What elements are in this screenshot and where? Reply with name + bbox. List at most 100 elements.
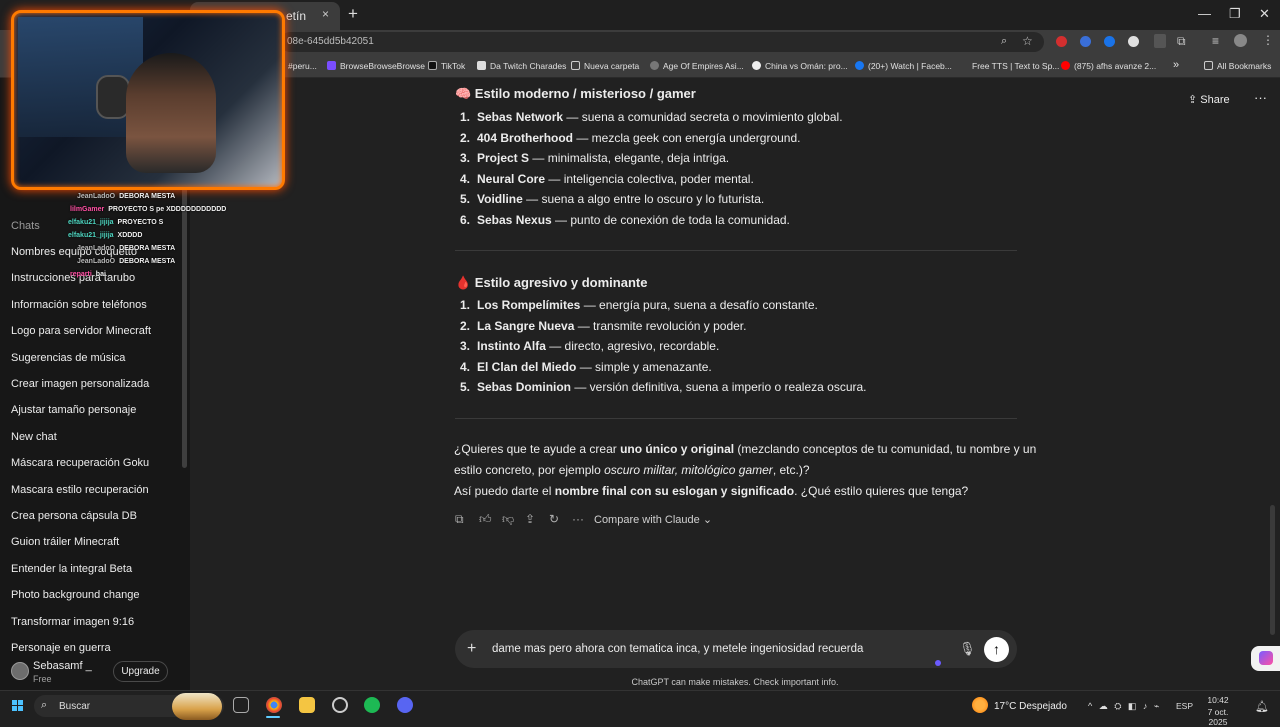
all-bookmarks[interactable]: All Bookmarks bbox=[1204, 61, 1271, 71]
bookmark-favicon-icon bbox=[477, 61, 486, 70]
sidebar-chat-item[interactable]: Mascara estilo recuperación bbox=[11, 484, 149, 496]
sidebar-chat-item[interactable]: Información sobre teléfonos bbox=[11, 299, 147, 311]
overlay-chat-text: PROYECTO S bbox=[117, 219, 164, 226]
sidebar-chat-item[interactable]: Guion tráiler Minecraft bbox=[11, 536, 119, 548]
sidebar-chat-item[interactable]: Máscara recuperación Goku bbox=[11, 457, 149, 469]
bookmark-favicon-icon bbox=[752, 61, 761, 70]
notification-bell-icon[interactable]: 🔔︎ bbox=[1255, 700, 1269, 713]
list-item: 6. Sebas Nexus — punto de conexión de tod… bbox=[460, 213, 790, 227]
list-item: 5. Sebas Dominion — versión definitiva, s… bbox=[460, 380, 867, 395]
overlay-chat-user: JeanLadoO bbox=[77, 193, 116, 200]
overlay-chat-text: PROYECTO S pe XDDDDDDDDDDD bbox=[108, 206, 227, 213]
spotify-icon[interactable] bbox=[364, 697, 380, 713]
overlay-chat-user: reparti bbox=[70, 271, 92, 278]
divider bbox=[455, 418, 1017, 419]
sidebar-chat-item[interactable]: Ajustar tamaño personaje bbox=[11, 404, 136, 416]
bookmark-favicon-icon bbox=[327, 61, 336, 70]
regenerate-icon[interactable]: ↻ bbox=[549, 512, 559, 526]
sidebar-chat-item[interactable]: Photo background change bbox=[11, 589, 139, 601]
file-explorer-icon[interactable] bbox=[299, 697, 315, 713]
bookmark-star-icon[interactable]: ☆ bbox=[1022, 34, 1033, 48]
tab-close-icon[interactable]: × bbox=[322, 7, 329, 21]
sidebar-chat-item[interactable]: Crea persona cápsula DB bbox=[11, 510, 137, 522]
list-item: 1. Los Rompelímites — energía pura, suena… bbox=[460, 298, 818, 312]
overlay-chat-message: elfaku21_jijija XDDDD bbox=[68, 232, 142, 239]
list-item: 3. Instinto Alfa — directo, agresivo, rec… bbox=[460, 339, 720, 354]
bookmark-item[interactable]: China vs Omán: pro... bbox=[752, 61, 848, 71]
send-button[interactable]: ↑ bbox=[984, 637, 1009, 662]
search-placeholder: Buscar bbox=[59, 701, 91, 712]
bookmarks-overflow-icon[interactable]: » bbox=[1173, 59, 1179, 71]
bookmark-item[interactable]: Nueva carpeta bbox=[571, 61, 639, 71]
bookmark-item[interactable]: #peru... bbox=[288, 61, 317, 71]
language-indicator[interactable]: ESP bbox=[1176, 701, 1193, 711]
share-response-icon[interactable]: ⇪ bbox=[525, 512, 535, 526]
mic-icon[interactable]: 🎙︎ bbox=[959, 641, 976, 657]
closing-line: ¿Quieres que te ayude a crear uno único … bbox=[454, 442, 1037, 456]
list-item: 2. La Sangre Nueva — transmite revolución… bbox=[460, 318, 747, 333]
menu-list-icon[interactable]: ≡ bbox=[1212, 34, 1219, 48]
bookmark-item[interactable]: Age Of Empires Asi... bbox=[650, 61, 744, 71]
extension-icon[interactable] bbox=[1056, 36, 1067, 47]
prompt-input[interactable]: dame mas pero ahora con tematica inca, y… bbox=[492, 643, 863, 655]
sidebar-chat-item[interactable]: Logo para servidor Minecraft bbox=[11, 325, 151, 337]
sidebar-chat-item[interactable]: Personaje en guerra bbox=[11, 642, 111, 654]
floating-widget-icon[interactable] bbox=[1251, 646, 1280, 671]
webcam-person bbox=[126, 53, 216, 173]
sidebar-chat-item[interactable]: Crear imagen personalizada bbox=[11, 378, 149, 390]
puzzle-icon[interactable]: ⧉ bbox=[1177, 34, 1186, 49]
bookmark-item[interactable]: (20+) Watch | Faceb... bbox=[855, 61, 952, 71]
globe-icon bbox=[650, 61, 659, 70]
extension-icon[interactable] bbox=[1104, 36, 1115, 47]
obs-icon[interactable] bbox=[332, 697, 348, 713]
minimize-icon[interactable]: — bbox=[1198, 6, 1211, 21]
compare-dropdown[interactable]: Compare with Claude ⌄ bbox=[594, 513, 712, 526]
section-title: 🩸 Estilo agresivo y dominante bbox=[455, 275, 648, 290]
sidebar-chat-item[interactable]: Sugerencias de música bbox=[11, 352, 125, 364]
more-actions-icon[interactable]: ··· bbox=[572, 512, 584, 526]
extension-off-icon[interactable] bbox=[1154, 34, 1166, 48]
profile-avatar[interactable] bbox=[1234, 34, 1247, 47]
address-bar[interactable] bbox=[280, 32, 1044, 52]
task-view-icon[interactable] bbox=[233, 697, 249, 713]
thumbs-up-icon[interactable]: 👍︎ bbox=[479, 512, 492, 527]
extension-icon[interactable] bbox=[1080, 36, 1091, 47]
discord-icon[interactable] bbox=[397, 697, 413, 713]
bookmark-item[interactable]: TikTok bbox=[428, 61, 465, 71]
overlay-chat-message: reparti bai bbox=[70, 271, 106, 278]
weather-icon[interactable] bbox=[972, 697, 988, 713]
weather-text[interactable]: 17°C Despejado bbox=[994, 701, 1067, 712]
webcam-headset bbox=[96, 75, 130, 119]
bookmark-item[interactable]: Da Twitch Charades bbox=[477, 61, 566, 71]
browser-menu-icon[interactable]: ⋮ bbox=[1262, 33, 1274, 47]
more-options-icon[interactable]: ··· bbox=[1254, 90, 1267, 105]
plus-icon[interactable]: + bbox=[467, 640, 476, 658]
sidebar-chat-item[interactable]: Entender la integral Beta bbox=[11, 563, 132, 575]
bookmark-item[interactable]: (875) afhs avanze 2... bbox=[1061, 61, 1156, 71]
clock-time[interactable]: 10:42 bbox=[1198, 695, 1238, 705]
windows-start-icon[interactable] bbox=[12, 700, 24, 712]
bookmark-item[interactable]: BrowseBrowseBrowse bbox=[327, 61, 425, 71]
chats-heading: Chats bbox=[11, 220, 40, 232]
chrome-icon[interactable] bbox=[266, 697, 282, 713]
divider bbox=[455, 250, 1017, 251]
sidebar-chat-item[interactable]: Transformar imagen 9:16 bbox=[11, 616, 134, 628]
share-button[interactable]: ⇪ Share bbox=[1188, 93, 1230, 106]
zoom-icon[interactable]: ⌕ bbox=[1001, 35, 1007, 48]
restore-icon[interactable]: ❐ bbox=[1229, 6, 1241, 22]
system-tray-icons[interactable]: ^ ☁ ⛭ ◧ ♪ ⌁ bbox=[1088, 701, 1161, 712]
share-icon: ⇪ bbox=[1188, 94, 1201, 106]
section-title: 🧠 Estilo moderno / misterioso / gamer bbox=[455, 86, 696, 101]
status-dot bbox=[935, 660, 941, 666]
thumbs-down-icon[interactable]: 👎︎ bbox=[502, 512, 514, 527]
copy-icon[interactable]: ⧉ bbox=[455, 512, 464, 527]
main-scrollbar[interactable] bbox=[1270, 505, 1275, 635]
bookmark-item[interactable]: Free TTS | Text to Sp... bbox=[959, 61, 1059, 71]
bookmark-favicon-icon bbox=[959, 61, 968, 70]
close-window-icon[interactable]: ✕ bbox=[1259, 6, 1270, 22]
extension-icon[interactable] bbox=[1128, 36, 1139, 47]
clock-date[interactable]: 7 oct. 2025 bbox=[1198, 707, 1238, 727]
user-name[interactable]: Sebasamf _ bbox=[33, 660, 92, 672]
new-tab-icon[interactable]: + bbox=[348, 4, 358, 24]
sidebar-chat-item[interactable]: New chat bbox=[11, 431, 57, 443]
